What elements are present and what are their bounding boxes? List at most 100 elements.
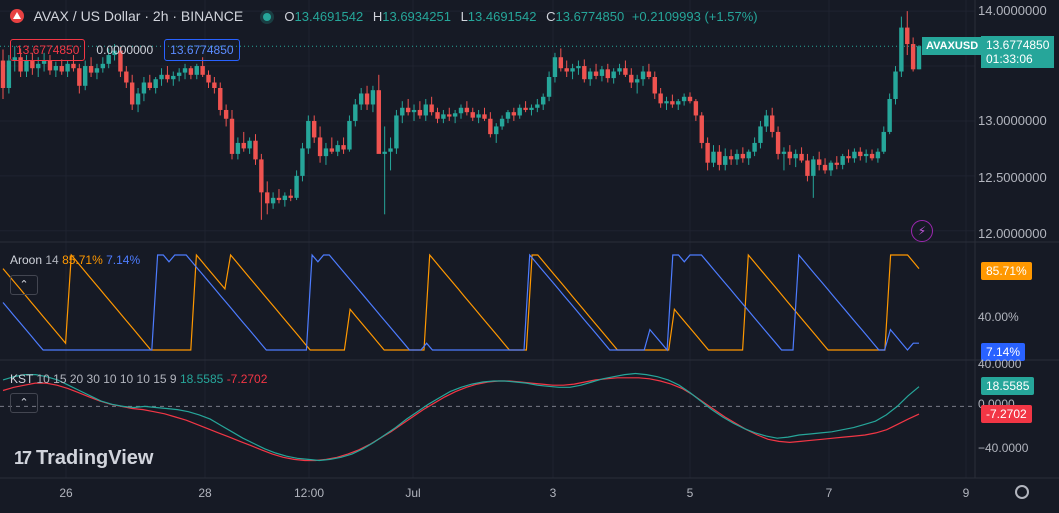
candle-body <box>347 120 352 150</box>
candle-body <box>458 107 464 114</box>
candle-body <box>893 71 898 99</box>
kst-axis-label: −40.0000 <box>978 441 1029 455</box>
candle-body <box>875 151 881 159</box>
open-label: O <box>284 9 295 24</box>
symbol-title[interactable]: AVAX / US Dollar · 2h · BINANCE <box>34 8 244 24</box>
aroon-down-value: 7.14% <box>106 253 141 267</box>
aroon-length: 14 <box>45 253 59 267</box>
price-axis-label: 12.5000000 <box>978 170 1047 185</box>
market-open-icon <box>262 13 271 21</box>
flash-icon[interactable]: ⚡ <box>911 220 933 242</box>
candle-body <box>541 96 546 105</box>
candle-body <box>499 118 505 127</box>
candle-body <box>664 101 669 104</box>
candle-body <box>253 140 258 160</box>
candle-body <box>370 90 376 105</box>
candle-body <box>599 69 605 76</box>
chart-canvas[interactable] <box>0 0 1059 513</box>
symbol-price-tag: AVAXUSD <box>922 37 983 55</box>
open-value: 13.4691542 <box>294 9 364 24</box>
candle-body <box>300 148 305 176</box>
high-label: H <box>372 9 383 24</box>
candle-body <box>153 79 158 88</box>
kst-legend: KST 10 15 20 30 10 10 10 15 9 18.5585 -7… <box>10 372 267 386</box>
price-axis-label: 12.0000000 <box>978 226 1047 241</box>
candle-body <box>452 113 458 117</box>
aroon-collapse-button[interactable]: ⌃ <box>10 275 38 295</box>
candle-body <box>494 126 499 135</box>
candle-body <box>570 68 575 72</box>
candle-body <box>341 145 346 150</box>
candle-body <box>329 148 335 152</box>
candle-body <box>94 68 100 73</box>
candle-body <box>200 66 205 75</box>
candle-body <box>764 115 769 127</box>
candle-body <box>59 66 64 72</box>
candle-body <box>100 63 106 69</box>
candle-body <box>752 142 757 152</box>
candle-body <box>353 104 358 121</box>
candle-body <box>758 126 763 143</box>
candle-body <box>41 60 47 64</box>
candle-body <box>241 142 246 149</box>
kst-axis-label: 40.0000 <box>978 357 1022 371</box>
candle-body <box>124 71 129 83</box>
candle-body <box>400 107 405 116</box>
buy-button[interactable]: 13.6774850 <box>164 39 240 61</box>
gear-icon[interactable] <box>1015 485 1029 499</box>
candle-body <box>687 96 693 102</box>
time-axis-label: Jul <box>405 486 421 500</box>
candle-body <box>905 27 910 45</box>
low-value: 13.4691542 <box>467 9 537 24</box>
chevron-up-icon: ⌃ <box>19 279 29 291</box>
candle-body <box>787 151 793 159</box>
kst-name: KST <box>10 372 34 386</box>
candle-body <box>517 107 522 116</box>
candle-body <box>147 82 152 88</box>
candle-body <box>505 112 511 119</box>
candle-body <box>634 79 640 83</box>
candle-body <box>482 114 487 119</box>
aroon-down-line <box>2 253 919 352</box>
candle-body <box>323 148 329 157</box>
candle-body <box>770 115 775 132</box>
candle-body <box>276 197 282 201</box>
candle-body <box>681 96 687 102</box>
candle-body <box>693 101 699 116</box>
candle-body <box>476 114 481 118</box>
candle-body <box>376 90 381 154</box>
candle-body <box>717 151 722 165</box>
candle-body <box>746 151 751 159</box>
candle-body <box>176 72 182 76</box>
candle-body <box>535 104 540 108</box>
candle-body <box>423 104 428 116</box>
candle-body <box>265 192 270 204</box>
candle-body <box>676 101 681 105</box>
candle-body <box>488 118 493 135</box>
candle-body <box>834 162 839 165</box>
candle-body <box>822 164 828 171</box>
sell-button[interactable]: 13.6774850 <box>10 39 86 61</box>
candle-body <box>629 74 634 83</box>
candle-body <box>229 118 235 154</box>
tradingview-logo[interactable]: 17 TradingView <box>14 447 153 470</box>
candle-body <box>799 153 804 161</box>
candle-body <box>223 109 229 119</box>
candle-body <box>447 114 452 117</box>
candle-body <box>916 46 922 70</box>
candle-body <box>36 63 41 69</box>
aroon-name: Aroon <box>10 253 43 267</box>
time-axis-label: 12:00 <box>293 486 325 500</box>
kst-collapse-button[interactable]: ⌃ <box>10 393 38 413</box>
time-axis-label: 28 <box>198 486 212 500</box>
candle-body <box>805 160 810 176</box>
candle-body <box>740 153 746 159</box>
time-axis-label: 26 <box>59 486 73 500</box>
kst-signal-value: -7.2702 <box>226 372 268 386</box>
candle-body <box>576 66 581 69</box>
avax-logo-icon <box>10 9 24 23</box>
candle-body <box>194 66 199 75</box>
candle-body <box>670 101 675 105</box>
candle-body <box>417 109 423 116</box>
aroon-indicator <box>2 253 920 352</box>
